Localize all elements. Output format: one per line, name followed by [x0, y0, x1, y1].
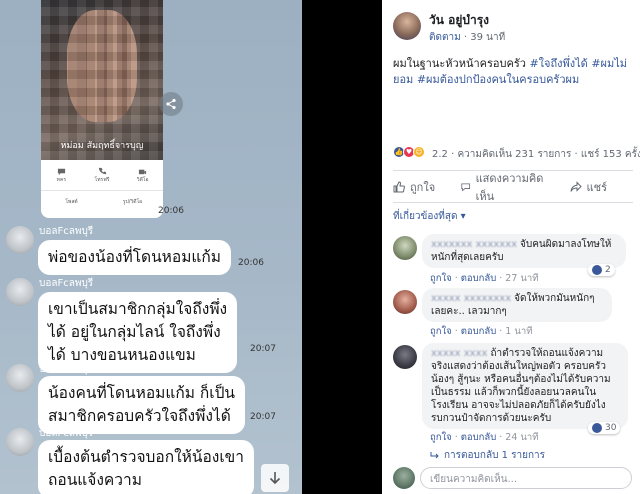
sender-name: บอลFcลพบุรี: [39, 428, 94, 439]
sender-avatar[interactable]: [6, 364, 34, 392]
share-post-button[interactable]: แชร์: [570, 178, 607, 196]
commenter-name[interactable]: xxxxxxx xxxxxxx: [431, 239, 517, 250]
comment-reply-link[interactable]: ตอบกลับ: [461, 432, 497, 443]
haha-reaction-icon: ☺: [413, 146, 425, 158]
reply-arrow-icon: [430, 451, 439, 458]
comment-like-link[interactable]: ถูกใจ: [430, 326, 452, 337]
message-time: 20:06: [238, 258, 264, 268]
comment-reply-link[interactable]: ตอบกลับ: [461, 326, 497, 337]
comment-input[interactable]: เขียนความคิดเห็น...: [420, 467, 632, 489]
arrow-down-icon: [269, 472, 281, 485]
comment-time[interactable]: 27 นาที: [505, 273, 538, 284]
photo-card-actions: ทคร โทรฟรี วิดีโอ: [41, 162, 163, 188]
commenter-avatar[interactable]: [393, 290, 417, 314]
comment-sort-dropdown[interactable]: ที่เกี่ยวข้องที่สุด ▾: [393, 209, 466, 224]
author-name[interactable]: วัน อยู่บำรุง: [429, 11, 489, 30]
sender-name: บอลFcลพบุรี: [39, 278, 94, 289]
chat-icon: [57, 168, 65, 175]
commenter-name[interactable]: xxxxx xxxx: [431, 348, 487, 359]
photo-caption: หม่อม สัมฤทธิ์จารบุญ: [60, 141, 144, 151]
comment-reply-link[interactable]: ตอบกลับ: [461, 273, 497, 284]
commenter-avatar[interactable]: [393, 345, 417, 369]
like-button[interactable]: ถูกใจ: [393, 178, 435, 196]
post-actions: ถูกใจ แสดงความคิดเห็น แชร์: [393, 172, 633, 203]
blurred-photo[interactable]: หม่อม สัมฤทธิ์จารบุญ: [41, 0, 163, 160]
sender-avatar[interactable]: [6, 226, 34, 254]
comment-actions: ถูกใจ · ตอบกลับ · 27 นาที: [430, 273, 539, 284]
message-bubble[interactable]: พ่อของน้องที่โดนหอมแก้ม: [38, 240, 232, 275]
share-button[interactable]: [159, 92, 183, 116]
shared-photo-card[interactable]: หม่อม สัมฤทธิ์จารบุญ ทคร โทรฟรี วิดีโอ โ…: [41, 0, 163, 218]
thumb-up-icon: [393, 181, 405, 193]
comment-bubble: xxxxx xxxxxxxx จัดให้พวกมันหนักๆเลยคะ.. เ…: [422, 288, 612, 322]
current-user-avatar: [393, 467, 415, 489]
sender-avatar[interactable]: [6, 428, 34, 456]
comment-actions: ถูกใจ · ตอบกลับ · 1 นาที: [430, 326, 533, 337]
chat-action-button[interactable]: ทคร: [41, 162, 82, 188]
author-avatar[interactable]: [393, 12, 421, 40]
hashtag[interactable]: #ผมต้องปกป้องคนในครอบครัวผม: [417, 73, 579, 86]
reaction-icons[interactable]: 👍 ♥ ☺: [393, 146, 425, 158]
comment-time[interactable]: 1 นาที: [505, 326, 532, 337]
sender-avatar[interactable]: [6, 278, 34, 306]
like-badge-icon: [592, 423, 602, 433]
phone-icon: [98, 167, 106, 174]
hashtag[interactable]: #ใจถึงพึ่งได้: [529, 57, 587, 70]
sender-name: บอลFcลพบุรี: [39, 364, 94, 375]
call-action-button[interactable]: โทรฟรี: [82, 162, 123, 188]
share-arrow-icon: [570, 181, 582, 192]
message-time: 20:07: [250, 344, 276, 354]
facebook-post: วัน อยู่บำรุง ติดตาม · 39 นาที ผมในฐานะห…: [382, 0, 640, 494]
comment-icon: [461, 183, 471, 192]
share-count[interactable]: แชร์ 153 ครั้ง: [581, 149, 640, 160]
commenter-avatar[interactable]: [393, 236, 417, 260]
scroll-down-button[interactable]: [261, 464, 289, 492]
post-stats: 2.2 · ความคิดเห็น 231 รายการ · แชร์ 153 …: [432, 149, 640, 160]
like-badge-icon: [592, 265, 602, 275]
message-time: 20:07: [250, 412, 276, 422]
comment-time[interactable]: 24 นาที: [505, 432, 538, 443]
view-replies-link[interactable]: การตอบกลับ 1 รายการ: [430, 448, 545, 463]
comment-like-link[interactable]: ถูกใจ: [430, 273, 452, 284]
sender-name: บอลFcลพบุรี: [39, 226, 94, 237]
post-text: ผมในฐานะหัวหน้าครอบครัว #ใจถึงพึ่งได้ #ผ…: [393, 57, 628, 86]
chat-window: หม่อม สัมฤทธิ์จารบุญ ทคร โทรฟรี วิดีโอ โ…: [0, 0, 302, 494]
comment-count[interactable]: ความคิดเห็น 231 รายการ: [457, 149, 571, 160]
comment-like-count[interactable]: 30: [588, 422, 621, 434]
reaction-count[interactable]: 2.2: [432, 149, 448, 160]
comment-actions: ถูกใจ · ตอบกลับ · 24 นาที: [430, 432, 539, 443]
share-icon: [166, 98, 176, 110]
post-button[interactable]: โพสต์: [41, 191, 102, 212]
commenter-name[interactable]: xxxxx xxxxxxxx: [431, 293, 511, 304]
comment-bubble: xxxxxxx xxxxxxx จับคนผิดมาลงโทษให้หนักที่…: [422, 234, 626, 268]
message-time: 20:06: [158, 206, 184, 216]
video-icon: [139, 169, 147, 174]
video-action-button[interactable]: วิดีโอ: [122, 162, 163, 188]
comment-button[interactable]: แสดงความคิดเห็น: [461, 169, 543, 205]
comment-bubble: xxxxx xxxx ถ้าตำรวจให้ถอนแจ้งความจริงแสดง…: [422, 343, 628, 429]
comment-like-count[interactable]: 2: [588, 264, 615, 276]
message-bubble[interactable]: เขาเป็นสมาชิกกลุ่มใจถึงพึ่ง ได้ อยู่ในกล…: [38, 292, 238, 373]
post-meta: ติดตาม · 39 นาที: [429, 32, 506, 43]
message-bubble[interactable]: เบื้องต้นตำรวจบอกให้น้องเขา ถอนแจ้งความ: [38, 440, 254, 494]
divider: [393, 202, 633, 203]
comment-like-link[interactable]: ถูกใจ: [430, 432, 452, 443]
post-time[interactable]: 39 นาที: [470, 32, 505, 43]
follow-link[interactable]: ติดตาม: [429, 32, 461, 43]
photo-card-actions-2: โพสต์ รูป/วิดีโอ: [41, 190, 163, 212]
media-button[interactable]: รูป/วิดีโอ: [102, 191, 163, 212]
